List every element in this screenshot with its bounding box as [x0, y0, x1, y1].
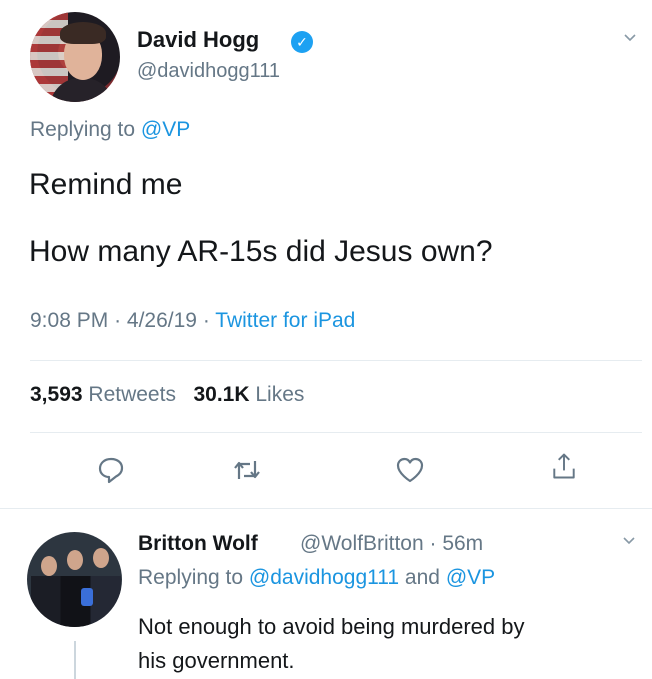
author-name[interactable]: David Hogg: [137, 27, 259, 53]
reply-author-name[interactable]: Britton Wolf: [138, 532, 258, 556]
replying-to-link[interactable]: @davidhogg111: [249, 566, 399, 589]
avatar-person: [93, 548, 109, 568]
retweets-count: 3,593: [30, 383, 83, 406]
chevron-down-icon[interactable]: [624, 32, 636, 44]
avatar-hair: [60, 22, 106, 44]
tweet-source-link[interactable]: Twitter for iPad: [215, 309, 355, 332]
tweet-time[interactable]: 9:08 PM: [30, 309, 108, 332]
reply-replying-to-line: Replying to @davidhogg111 and @VP: [138, 566, 495, 590]
tweet-text-line: Remind me: [29, 168, 183, 201]
avatar-person: [67, 550, 83, 570]
meta-separator: ·: [202, 309, 210, 332]
share-icon[interactable]: [549, 451, 579, 481]
author-handle[interactable]: @davidhogg111: [137, 60, 280, 83]
verified-badge-icon: ✓: [291, 31, 313, 53]
likes-label: Likes: [255, 383, 305, 406]
reply-author-avatar[interactable]: [27, 532, 122, 627]
heart-icon[interactable]: [395, 455, 425, 485]
thread-line: [74, 641, 76, 679]
likes-stat[interactable]: 30.1K Likes: [193, 383, 304, 406]
retweets-stat[interactable]: 3,593 Retweets: [30, 383, 176, 406]
avatar-object: [81, 588, 93, 606]
avatar-person: [41, 556, 57, 576]
reply-text-line: his government.: [138, 648, 295, 673]
divider: [30, 432, 642, 433]
reply-author-meta: @WolfBritton · 56m: [300, 532, 483, 556]
meta-separator: ·: [114, 309, 122, 332]
divider: [30, 360, 642, 361]
avatar-suits: [31, 576, 121, 627]
reply-icon[interactable]: [96, 455, 126, 485]
author-avatar[interactable]: [30, 12, 120, 102]
reply-text-line: Not enough to avoid being murdered by: [138, 614, 525, 639]
replying-to-line: Replying to @VP: [30, 118, 190, 142]
chevron-down-icon[interactable]: [623, 535, 635, 547]
replying-to-link[interactable]: @VP: [446, 566, 495, 589]
replying-prefix: Replying to: [30, 118, 136, 141]
reply-author-handle[interactable]: @WolfBritton: [300, 532, 424, 555]
tweet-stats: 3,593 Retweets 30.1K Likes: [30, 383, 304, 407]
replying-prefix: Replying to: [138, 566, 244, 589]
retweets-label: Retweets: [88, 383, 176, 406]
section-divider: [0, 508, 652, 509]
meta-separator: ·: [429, 532, 437, 555]
tweet-meta: 9:08 PM · 4/26/19 · Twitter for iPad: [30, 309, 355, 333]
retweet-icon[interactable]: [232, 455, 262, 485]
likes-count: 30.1K: [193, 383, 250, 406]
replying-to-link[interactable]: @VP: [141, 118, 190, 141]
reply-time[interactable]: 56m: [442, 532, 483, 555]
tweet-date[interactable]: 4/26/19: [127, 309, 197, 332]
tweet-text-line: How many AR-15s did Jesus own?: [29, 235, 493, 268]
replying-and: and: [404, 566, 440, 589]
